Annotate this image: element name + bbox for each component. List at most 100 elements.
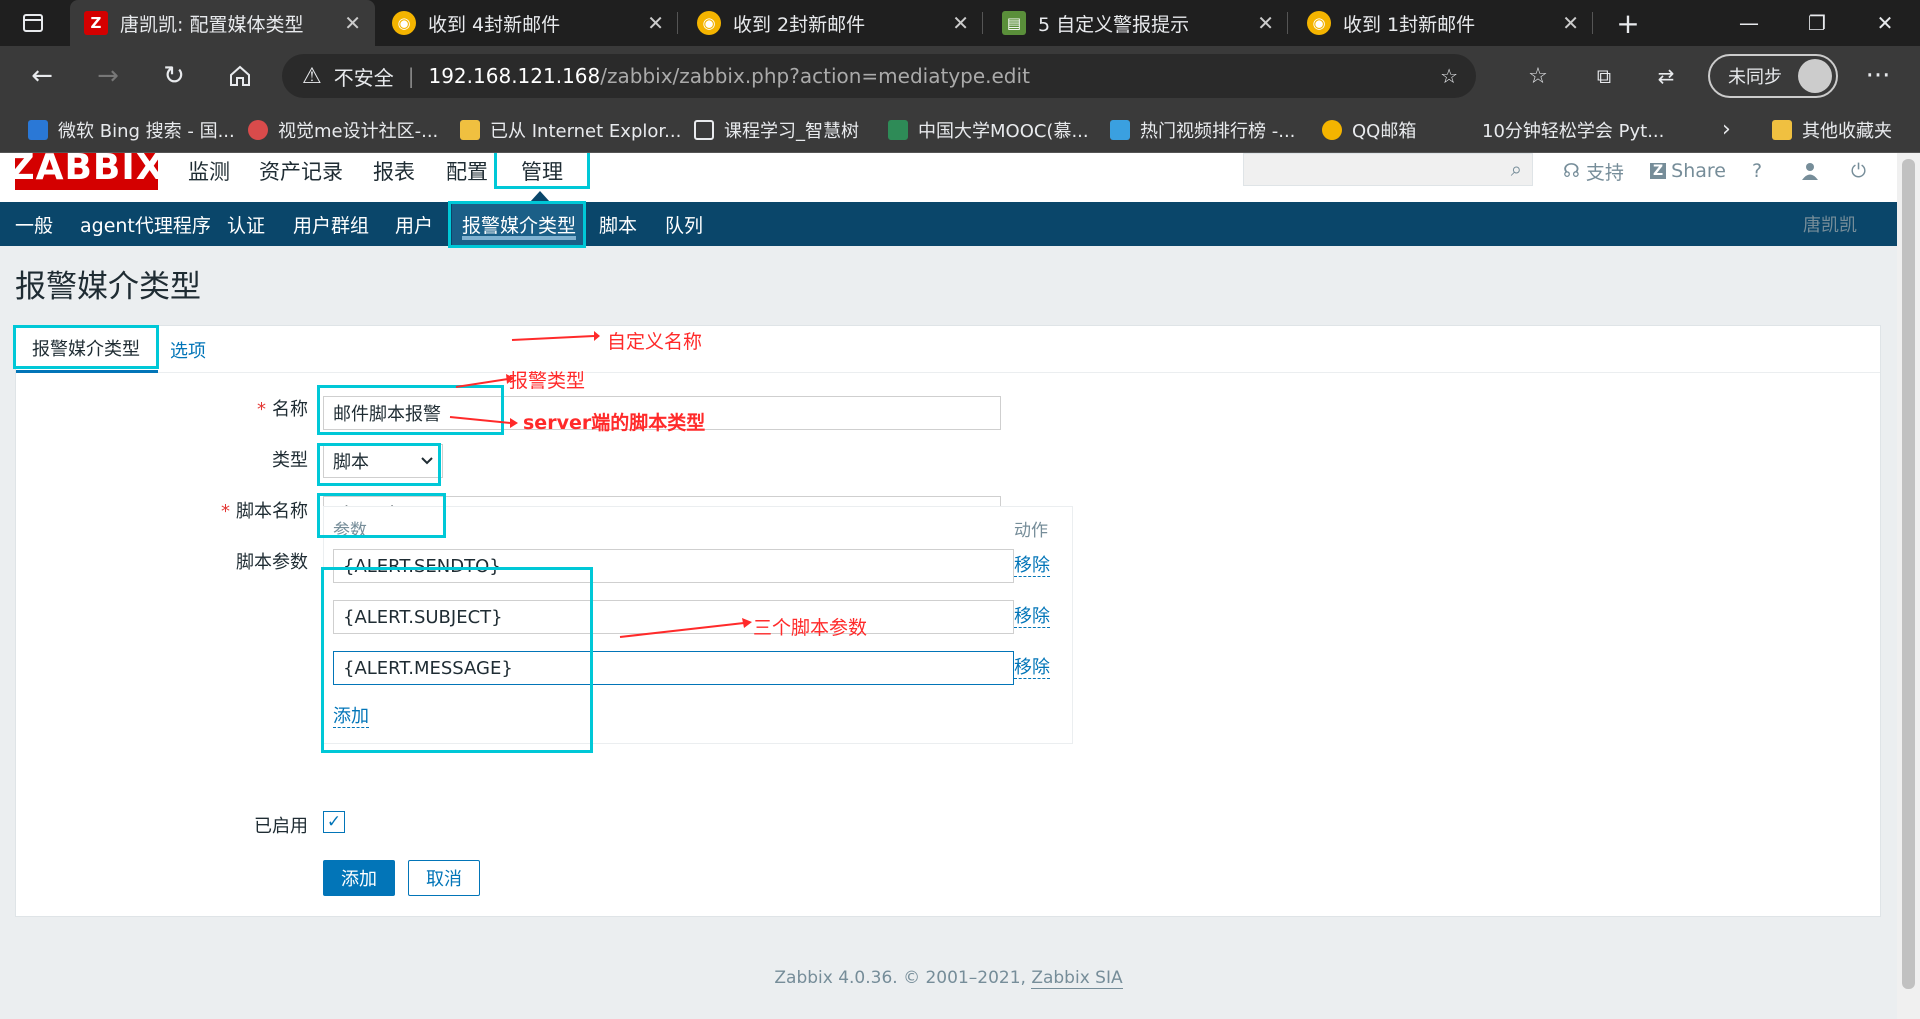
remove-param-link[interactable]: 移除 [1014,658,1050,679]
page-icon [694,119,714,140]
favorites-icon[interactable]: ☆ [1518,56,1558,96]
close-tab-icon[interactable]: ✕ [344,11,361,35]
scrollbar-thumb[interactable] [1902,159,1915,989]
folder-icon [460,119,480,140]
menu-more-icon[interactable]: ··· [1858,56,1898,96]
enabled-checkbox[interactable]: ✓ [323,811,345,833]
menu-configuration[interactable]: 配置 [446,153,488,189]
close-tab-icon[interactable]: ✕ [1562,11,1579,35]
bookmark-item[interactable]: 微软 Bing 搜索 - 国... [28,106,235,153]
sync-devices-icon[interactable]: ⇄ [1646,56,1686,96]
mail-favicon-icon: ◉ [392,11,416,35]
submenu-queue[interactable]: 队列 [665,202,703,246]
sign-out-icon[interactable]: ⏻ [1851,153,1866,189]
browser-tab-title: 收到 1封新邮件 [1343,13,1476,36]
help-icon[interactable]: ? [1752,153,1762,189]
tab-media-type[interactable]: 报警媒介类型 [16,326,158,373]
submenu-scripts[interactable]: 脚本 [599,202,637,246]
headset-icon: ☊ [1563,160,1580,182]
close-tab-icon[interactable]: ✕ [647,11,664,35]
menu-reports[interactable]: 报表 [373,153,415,189]
close-tab-icon[interactable]: ✕ [952,11,969,35]
profile-label: 未同步 [1728,67,1782,88]
collections-icon[interactable]: ⧉ [1584,56,1624,96]
tab-actions-icon[interactable] [0,0,66,46]
back-icon[interactable]: ← [22,56,62,96]
maximize-icon[interactable]: ❐ [1784,0,1850,46]
refresh-icon[interactable]: ↻ [154,56,194,96]
param-input[interactable]: {ALERT.MESSAGE} [333,651,1014,685]
home-icon[interactable] [220,56,260,96]
add-param-link[interactable]: 添加 [333,707,369,728]
bookmark-item[interactable]: 10分钟轻松学会 Pyt... [1482,106,1664,153]
browser-tab[interactable]: ◉ 收到 4封新邮件 ✕ [378,0,678,46]
bookmark-item[interactable]: 课程学习_智慧树 [694,106,859,153]
search-input[interactable]: ⌕ [1243,153,1533,186]
url-bar[interactable]: ⚠ 不安全 | 192.168.121.168 /zabbix/zabbix.p… [282,54,1476,98]
warning-icon: ⚠ [302,63,322,89]
chevron-right-icon[interactable]: › [1722,106,1731,153]
browser-tab-title: 收到 2封新邮件 [733,13,866,36]
media-type-form: 报警媒介类型 选项 *名称 邮件脚本报警 类型 脚本 *脚本名称 alart.s… [15,325,1881,917]
menu-administration[interactable]: 管理 [494,153,590,189]
bookmark-item[interactable]: 视觉me设计社区-... [248,106,438,153]
browser-chrome: Z 唐凯凯: 配置媒体类型 ✕ ◉ 收到 4封新邮件 ✕ ◉ 收到 2封新邮件 … [0,0,1920,153]
tv-icon [1110,119,1130,140]
bookmark-item[interactable]: 中国大学MOOC(慕... [888,106,1089,153]
check-icon: ✓ [326,812,342,832]
chevron-down-icon [420,452,434,471]
search-icon[interactable]: ⌕ [1511,157,1522,181]
top-nav: ZABBIX 监测 资产记录 报表 配置 管理 ⌕ ☊ 支持 Z Share ? ⏻ [0,153,1897,202]
page-scrollbar[interactable] [1897,153,1920,1019]
sub-nav: 一般 agent代理程序 认证 用户群组 用户 报警媒介类型 脚本 队列 唐凯凯 [0,202,1897,246]
add-button[interactable]: 添加 [323,860,395,896]
annotation-params: 三个脚本参数 [753,617,868,639]
share-link[interactable]: Z Share [1650,153,1726,189]
active-menu-caret [530,191,550,202]
submenu-users[interactable]: 用户 [395,202,433,246]
profile-button[interactable]: 未同步 [1708,54,1838,98]
browser-tab-title: 5 自定义警报提示 [1038,13,1190,36]
browser-tab[interactable]: ◉ 收到 2封新邮件 ✕ [683,0,983,46]
close-window-icon[interactable]: ✕ [1852,0,1918,46]
annotation-type: 报警类型 [509,370,586,392]
remove-param-link[interactable]: 移除 [1014,556,1050,577]
zabbix-logo[interactable]: ZABBIX [9,153,164,190]
bookmark-item[interactable]: 热门视频排行榜 -... [1110,106,1295,153]
submenu-general[interactable]: 一般 [15,202,53,246]
close-tab-icon[interactable]: ✕ [1257,11,1274,35]
param-input[interactable]: {ALERT.SENDTO} [333,549,1014,583]
param-input[interactable]: {ALERT.SUBJECT} [333,600,1014,634]
browser-tab-title: 收到 4封新邮件 [428,13,561,36]
action-header: 动作 [1014,521,1048,541]
submenu-authentication[interactable]: 认证 [227,202,265,246]
submenu-user-groups[interactable]: 用户群组 [293,202,369,246]
mail-favicon-icon: ◉ [1307,11,1331,35]
zabbix-favicon-icon: Z [84,11,108,35]
type-label: 类型 [272,450,308,471]
cancel-button[interactable]: 取消 [408,860,480,896]
new-tab-icon[interactable]: + [1600,0,1656,46]
mail-favicon-icon: ◉ [697,11,721,35]
bookmark-item[interactable]: 已从 Internet Explor... [460,106,681,153]
footer-link[interactable]: Zabbix SIA [1031,968,1123,989]
menu-monitoring[interactable]: 监测 [188,153,230,189]
forward-icon[interactable]: → [88,56,128,96]
minimize-icon[interactable]: — [1716,0,1782,46]
menu-inventory[interactable]: 资产记录 [259,153,343,189]
submenu-media-types[interactable]: 报警媒介类型 [452,202,587,246]
submenu-proxies[interactable]: agent代理程序 [80,202,211,246]
tab-options[interactable]: 选项 [170,326,206,373]
support-link[interactable]: ☊ 支持 [1563,153,1624,189]
params-header: 参数 [333,521,367,541]
add-favorite-icon[interactable]: ☆ [1440,64,1458,88]
browser-tab[interactable]: ◉ 收到 1封新邮件 ✕ [1293,0,1593,46]
bookmark-item[interactable]: QQ邮箱 [1322,106,1416,153]
browser-tab[interactable]: ▤ 5 自定义警报提示 ✕ [988,0,1288,46]
remove-param-link[interactable]: 移除 [1014,607,1050,628]
bookmark-folder-other[interactable]: 其他收藏夹 [1772,106,1892,153]
browser-tab-active[interactable]: Z 唐凯凯: 配置媒体类型 ✕ [70,0,375,46]
qq-mail-icon [1322,119,1342,140]
type-select[interactable]: 脚本 [323,444,443,478]
user-profile-icon[interactable] [1800,153,1820,189]
